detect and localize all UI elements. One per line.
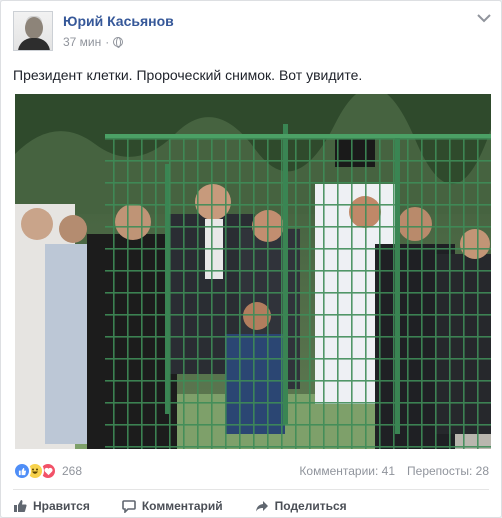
post-photo-image [15,94,491,449]
time-separator: · [105,35,110,49]
post-actions: Нравится Комментарий Поделиться [13,495,489,517]
like-reaction-icon [13,462,31,480]
globe-icon[interactable] [113,37,124,48]
feed-post: Юрий Касьянов 37 мин · Президент клетки.… [0,0,502,518]
comment-button-label: Комментарий [141,499,223,513]
like-button-label: Нравится [33,499,90,513]
post-meta: Юрий Касьянов 37 мин · [63,11,174,55]
comment-icon [122,500,136,513]
reaction-count[interactable]: 268 [62,464,82,478]
post-header: Юрий Касьянов 37 мин · [13,11,174,55]
divider [13,489,489,490]
post-photo[interactable] [15,94,491,449]
share-button[interactable]: Поделиться [255,495,347,517]
engagement-counts: Комментарии: 41 Перепосты: 28 [299,464,489,478]
post-stats: 268 Комментарии: 41 Перепосты: 28 [13,462,489,480]
post-timestamp-row: 37 мин · [63,35,174,49]
share-button-label: Поделиться [274,499,347,513]
post-text: Президент клетки. Пророческий снимок. Во… [13,67,363,83]
author-name-link[interactable]: Юрий Касьянов [63,13,174,29]
thumbs-up-icon [14,500,27,512]
post-time-link[interactable]: 37 мин [63,35,101,49]
comments-count-link[interactable]: Комментарии: 41 [299,464,395,478]
author-avatar[interactable] [13,11,53,51]
share-arrow-icon [255,501,268,512]
shares-count-link[interactable]: Перепосты: 28 [407,464,489,478]
reactions-summary[interactable]: 268 [13,462,82,480]
chevron-down-icon[interactable] [477,13,491,23]
comment-button[interactable]: Комментарий [122,495,223,517]
like-button[interactable]: Нравится [13,495,90,517]
